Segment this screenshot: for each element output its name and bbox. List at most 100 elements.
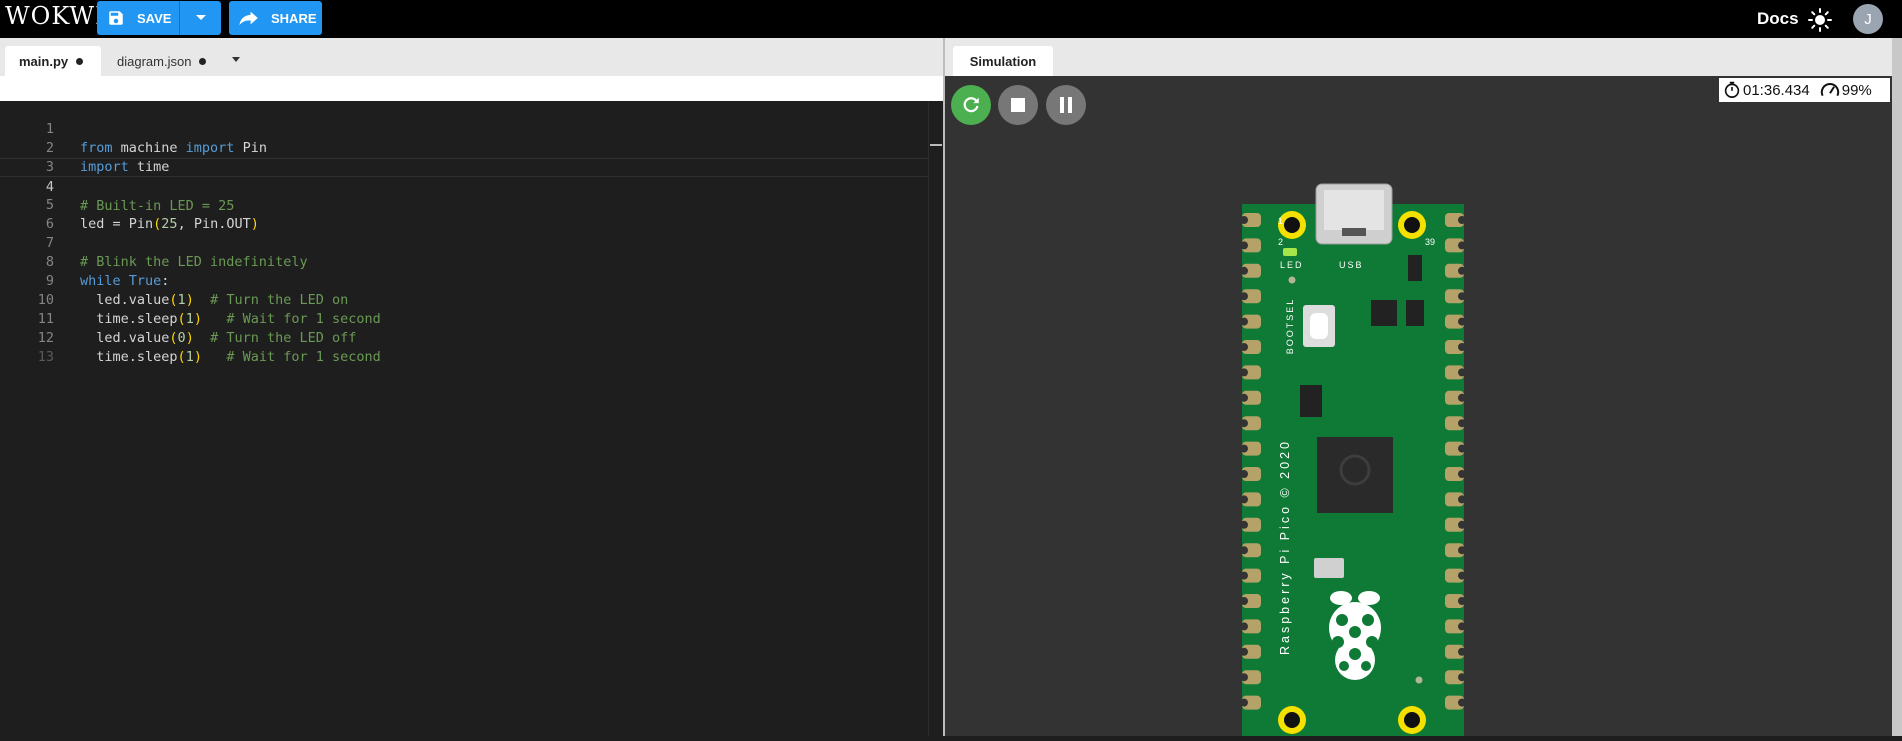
gpio-pin-hole	[1240, 419, 1248, 428]
gpio-pin-hole	[1458, 698, 1466, 707]
tab-main-py[interactable]: main.py	[5, 46, 101, 76]
unsaved-dot-icon	[76, 57, 84, 65]
unsaved-dot-icon	[199, 57, 207, 65]
pin-label-2: 2	[1278, 237, 1284, 247]
gpio-pin-hole	[1458, 571, 1466, 580]
gpio-pin-hole	[1240, 571, 1248, 580]
speedometer-icon	[1820, 83, 1839, 97]
caret-down-icon	[195, 15, 206, 20]
restart-simulation-button[interactable]	[951, 85, 991, 125]
gpio-pin-hole	[1458, 393, 1466, 402]
scrollbar-cursor-marker	[930, 144, 942, 146]
code-editor[interactable]: 1 from machine import Pin 2 import time …	[0, 101, 943, 736]
led-label: LED	[1280, 260, 1304, 270]
gpio-pin-hole	[1240, 368, 1248, 377]
gpio-pin-hole	[1458, 495, 1466, 504]
simulation-status: 01:36.434 99%	[1719, 78, 1890, 102]
code-line: 1 from machine import Pin	[0, 101, 928, 156]
gpio-pin-hole	[1458, 647, 1466, 656]
code-line: 10 time.sleep(1) # Wait for 1 second	[0, 272, 928, 327]
gpio-pin-hole	[1458, 622, 1466, 631]
code-line: 12 time.sleep(1) # Wait for 1 second	[0, 310, 928, 365]
gpio-pin-hole	[1458, 343, 1466, 351]
restart-icon	[963, 97, 979, 113]
tab-menu-caret-icon[interactable]	[232, 57, 240, 62]
share-arrow-icon	[239, 11, 258, 26]
share-label: SHARE	[271, 10, 317, 26]
stop-simulation-button[interactable]	[998, 85, 1038, 125]
usb-label: USB	[1339, 260, 1364, 270]
gpio-pin-hole	[1458, 266, 1466, 275]
simulation-tab-bar: Simulation	[945, 38, 1892, 76]
code-line: 7 # Blink the LED indefinitely	[0, 215, 928, 270]
gpio-pin-hole	[1240, 698, 1248, 707]
gpio-pin-hole	[1240, 216, 1248, 224]
floppy-icon	[109, 11, 123, 25]
gpio-pin-hole	[1240, 495, 1248, 504]
gpio-pin-hole	[1458, 241, 1466, 250]
gpio-pin-hole	[1240, 444, 1248, 453]
gpio-pin-hole	[1458, 419, 1466, 428]
gpio-pin-hole	[1240, 317, 1248, 326]
line-number: 13	[37, 349, 54, 365]
gpio-pin-hole	[1240, 520, 1248, 529]
right-edge-strip	[1892, 38, 1902, 736]
gpio-pin-hole	[1240, 673, 1248, 682]
onboard-led	[1283, 248, 1297, 256]
gpio-pin-hole	[1458, 546, 1466, 555]
code-line: 9 led.value(1) # Turn the LED on	[0, 253, 928, 308]
save-button-group: SAVE	[97, 1, 221, 35]
code-line: 11 led.value(0) # Turn the LED off	[0, 291, 928, 346]
editor-scrollbar[interactable]	[928, 101, 943, 736]
user-avatar[interactable]: J	[1853, 4, 1883, 34]
gpio-pin-hole	[1240, 647, 1248, 656]
theme-toggle-sun-icon[interactable]	[1808, 8, 1832, 32]
speed-percent: 99%	[1841, 81, 1872, 99]
gpio-pin-hole	[1240, 266, 1248, 275]
gpio-pin-hole	[1458, 470, 1466, 478]
gpio-pin-hole	[1458, 317, 1466, 326]
gpio-pin-hole	[1240, 470, 1248, 478]
gpio-pin-hole	[1458, 444, 1466, 453]
gpio-pin-hole	[1458, 597, 1466, 605]
raspberry-pi-pico-board[interactable]: 1 2 39 LED USB BOOTSEL Raspberry Pi Pico…	[1238, 180, 1468, 741]
pause-simulation-button[interactable]	[1046, 85, 1086, 125]
code-line: 5 led = Pin(25, Pin.OUT)	[0, 177, 928, 232]
tab-label: main.py	[19, 53, 69, 69]
code-line: 8 while True:	[0, 234, 928, 289]
gpio-pin-hole	[1240, 546, 1248, 555]
pin-label-39: 39	[1425, 237, 1436, 247]
stopwatch-icon	[1724, 81, 1740, 98]
code-line: 13	[0, 329, 928, 365]
tab-diagram-json[interactable]: diagram.json	[112, 46, 207, 76]
bootsel-label: BOOTSEL	[1285, 297, 1295, 355]
board-name-label: Raspberry Pi Pico © 2020	[1278, 438, 1292, 656]
share-button[interactable]: SHARE	[229, 1, 322, 35]
tab-simulation[interactable]: Simulation	[953, 46, 1053, 76]
docs-link[interactable]: Docs	[1757, 9, 1799, 29]
top-bar: WOKWI SAVE SHARE Docs J	[0, 0, 1902, 38]
code-line-current: 4 # Built-in LED = 25	[0, 158, 928, 214]
elapsed-time: 01:36.434	[1743, 81, 1810, 99]
code-line: 6	[0, 196, 928, 232]
gpio-pin-hole	[1458, 368, 1466, 377]
gpio-pin-hole	[1458, 520, 1466, 529]
gpio-pin-hole	[1240, 292, 1248, 301]
gpio-pin-hole	[1240, 343, 1248, 351]
gpio-pin-hole	[1240, 393, 1248, 402]
editor-tab-bar: main.py diagram.json	[0, 38, 943, 76]
code-line: 2 import time	[0, 120, 928, 175]
stop-icon	[1011, 98, 1025, 112]
save-label: SAVE	[137, 10, 172, 26]
gpio-pin-hole	[1458, 292, 1466, 301]
code-line: 3	[0, 139, 928, 175]
gpio-pin-hole	[1240, 241, 1248, 250]
gpio-pin-hole	[1458, 673, 1466, 682]
wokwi-logo[interactable]: WOKWI	[5, 2, 106, 30]
gpio-pin-hole	[1458, 216, 1466, 224]
save-button[interactable]: SAVE	[97, 1, 180, 35]
tab-label: diagram.json	[117, 53, 192, 69]
pause-icon	[1060, 97, 1072, 113]
speed-indicator: 99%	[1820, 81, 1872, 99]
save-dropdown-button[interactable]	[180, 14, 221, 22]
